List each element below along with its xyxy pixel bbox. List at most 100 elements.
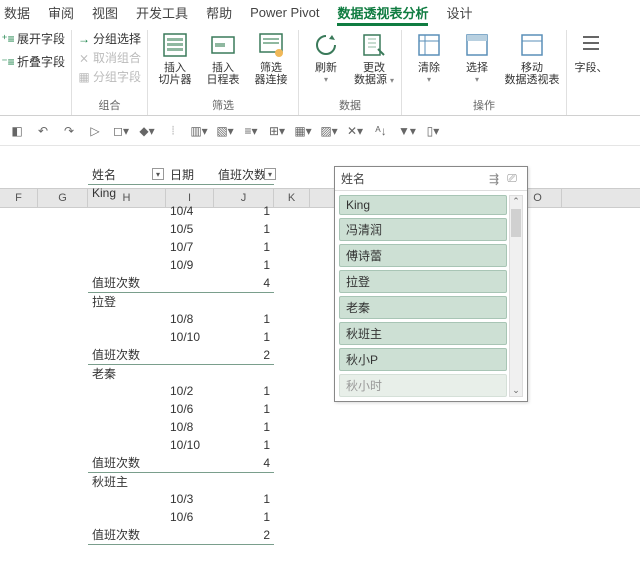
filter-dropdown-icon[interactable]: ▾ <box>264 168 276 180</box>
pivot-value-cell[interactable]: 1 <box>214 202 274 220</box>
pivot-date-cell[interactable]: 10/8 <box>166 310 214 328</box>
qat-pointer-icon[interactable]: ▷ <box>86 122 104 140</box>
filter-connections-button[interactable]: 筛选器连接 <box>250 30 292 86</box>
qat-color-icon[interactable]: ◆▾ <box>138 122 156 140</box>
ribbon-tabs: 数据 审阅 视图 开发工具 帮助 Power Pivot 数据透视表分析 设计 <box>0 0 640 24</box>
pivot-value-cell[interactable]: 1 <box>214 256 274 274</box>
group-selection-button[interactable]: → 分组选择 <box>78 30 141 47</box>
tab-help[interactable]: 帮助 <box>206 3 232 22</box>
pivot-subtotal-value[interactable]: 4 <box>214 274 274 292</box>
pivot-date-cell[interactable]: 10/7 <box>166 238 214 256</box>
pivot-name-cell[interactable]: 拉登 <box>88 292 166 310</box>
pivot-subtotal-value[interactable]: 2 <box>214 526 274 544</box>
qat-undo-icon[interactable]: ↶ <box>34 122 52 140</box>
select-button[interactable]: 选择▾ <box>456 30 498 86</box>
pivot-date-cell[interactable]: 10/6 <box>166 508 214 526</box>
pivot-subtotal-label[interactable]: 值班次数 <box>88 454 166 472</box>
pivot-date-cell[interactable]: 10/10 <box>166 328 214 346</box>
pivot-subtotal-label[interactable]: 值班次数 <box>88 274 166 292</box>
collapse-field-button[interactable]: ⁻≡ 折叠字段 <box>2 53 65 70</box>
clear-filter-icon[interactable]: ⎚ <box>503 171 521 186</box>
slicer-item[interactable]: 拉登 <box>339 270 507 293</box>
qat-table-icon[interactable]: ▦▾ <box>294 122 312 140</box>
tab-powerpivot[interactable]: Power Pivot <box>250 5 319 20</box>
col-header-K[interactable]: K <box>274 189 310 207</box>
pivot-date-cell[interactable]: 10/5 <box>166 220 214 238</box>
tab-review[interactable]: 审阅 <box>48 3 74 22</box>
pivot-date-cell[interactable]: 10/4 <box>166 202 214 220</box>
tab-pivottable-analyze[interactable]: 数据透视表分析 <box>337 3 428 22</box>
pivot-subtotal-label[interactable]: 值班次数 <box>88 346 166 364</box>
pivot-date-cell[interactable]: 10/8 <box>166 418 214 436</box>
qat-shape-icon[interactable]: ◻▾ <box>112 122 130 140</box>
slicer-name[interactable]: 姓名 ⇶ ⎚ King冯清润傅诗蕾拉登老秦秋班主秋小P秋小时 ⌃ ⌄ <box>334 166 528 402</box>
scroll-up-icon[interactable]: ⌃ <box>512 196 520 207</box>
pivot-value-cell[interactable]: 1 <box>214 418 274 436</box>
pivot-value-cell[interactable]: 1 <box>214 490 274 508</box>
pivot-value-cell[interactable]: 1 <box>214 310 274 328</box>
qat-image-icon[interactable]: ▨▾ <box>320 122 338 140</box>
qat-clear-icon[interactable]: ✕▾ <box>346 122 364 140</box>
change-datasource-button[interactable]: 更改数据源 ▾ <box>353 30 395 87</box>
slicer-item[interactable]: 老秦 <box>339 296 507 319</box>
qat-redo-icon[interactable]: ↷ <box>60 122 78 140</box>
pivot-date-cell[interactable]: 10/2 <box>166 382 214 400</box>
slicer-item[interactable]: 冯清润 <box>339 218 507 241</box>
scroll-down-icon[interactable]: ⌄ <box>512 385 520 396</box>
slicer-item[interactable]: 傅诗蕾 <box>339 244 507 267</box>
col-header-F[interactable]: F <box>0 189 38 207</box>
group-field-button[interactable]: ▦ 分组字段 <box>78 68 141 85</box>
pivot-subtotal-value[interactable]: 2 <box>214 346 274 364</box>
qat-border-icon[interactable]: ▧▾ <box>216 122 234 140</box>
qat-filter-icon[interactable]: ▼▾ <box>398 122 416 140</box>
pivot-value-cell[interactable]: 1 <box>214 400 274 418</box>
move-pivot-button[interactable]: 移动数据透视表 <box>504 30 560 86</box>
qat-sort-icon[interactable]: ᴬ↓ <box>372 122 390 140</box>
qat-merge-icon[interactable]: ⊞▾ <box>268 122 286 140</box>
pivot-value-cell[interactable]: 1 <box>214 382 274 400</box>
pivot-table[interactable]: 姓名 ▾ 日期 ▾ 值班次数 King10/4110/5110/7110/91值… <box>88 166 274 545</box>
pivot-subtotal-value[interactable]: 4 <box>214 454 274 472</box>
refresh-button[interactable]: 刷新▾ <box>305 30 347 86</box>
filter-dropdown-icon[interactable]: ▾ <box>152 168 164 180</box>
pivot-name-cell[interactable]: King <box>88 184 166 202</box>
pivot-value-cell[interactable]: 1 <box>214 238 274 256</box>
pivot-value-cell[interactable]: 1 <box>214 508 274 526</box>
pivot-date-cell[interactable]: 10/10 <box>166 436 214 454</box>
scroll-thumb[interactable] <box>511 209 521 237</box>
qat-fill-icon[interactable]: ▥▾ <box>190 122 208 140</box>
qat-chart-icon[interactable]: ▯▾ <box>424 122 442 140</box>
slicer-item[interactable]: 秋小时 <box>339 374 507 397</box>
pivot-header-date[interactable]: 日期 ▾ <box>166 166 214 184</box>
ungroup-button[interactable]: ⨯ 取消组合 <box>78 49 141 66</box>
pivot-value-cell[interactable]: 1 <box>214 328 274 346</box>
ungroup-icon: ⨯ <box>78 52 90 64</box>
insert-slicer-button[interactable]: 插入切片器 <box>154 30 196 86</box>
slicer-scrollbar[interactable]: ⌃ ⌄ <box>509 195 523 397</box>
tab-developer[interactable]: 开发工具 <box>136 3 188 22</box>
pivot-value-cell[interactable]: 1 <box>214 436 274 454</box>
pivot-date-cell[interactable]: 10/6 <box>166 400 214 418</box>
slicer-item[interactable]: 秋小P <box>339 348 507 371</box>
qat-align-icon[interactable]: ≡▾ <box>242 122 260 140</box>
tab-view[interactable]: 视图 <box>92 3 118 22</box>
slicer-item[interactable]: King <box>339 195 507 215</box>
pivot-subtotal-label[interactable]: 值班次数 <box>88 526 166 544</box>
fields-button[interactable]: 字段、 <box>573 30 609 74</box>
insert-timeline-button[interactable]: 插入日程表 <box>202 30 244 86</box>
pivot-name-cell[interactable]: 老秦 <box>88 364 166 382</box>
tab-design[interactable]: 设计 <box>446 3 472 22</box>
pivot-value-cell[interactable]: 1 <box>214 220 274 238</box>
worksheet[interactable]: F G H I J K L M N O 姓名 ▾ 日期 ▾ 值班次数 King1… <box>0 146 640 208</box>
slicer-item[interactable]: 秋班主 <box>339 322 507 345</box>
qat-save-icon[interactable]: ◧ <box>8 122 26 140</box>
col-header-G[interactable]: G <box>38 189 88 207</box>
pivot-date-cell[interactable]: 10/3 <box>166 490 214 508</box>
expand-field-button[interactable]: ⁺≡ 展开字段 <box>2 30 65 47</box>
tab-data[interactable]: 数据 <box>4 3 30 22</box>
pivot-name-cell[interactable]: 秋班主 <box>88 472 166 490</box>
pivot-date-cell[interactable]: 10/9 <box>166 256 214 274</box>
multiselect-icon[interactable]: ⇶ <box>485 172 503 186</box>
pivot-header-name[interactable]: 姓名 ▾ <box>88 166 166 184</box>
clear-button[interactable]: 清除▾ <box>408 30 450 86</box>
